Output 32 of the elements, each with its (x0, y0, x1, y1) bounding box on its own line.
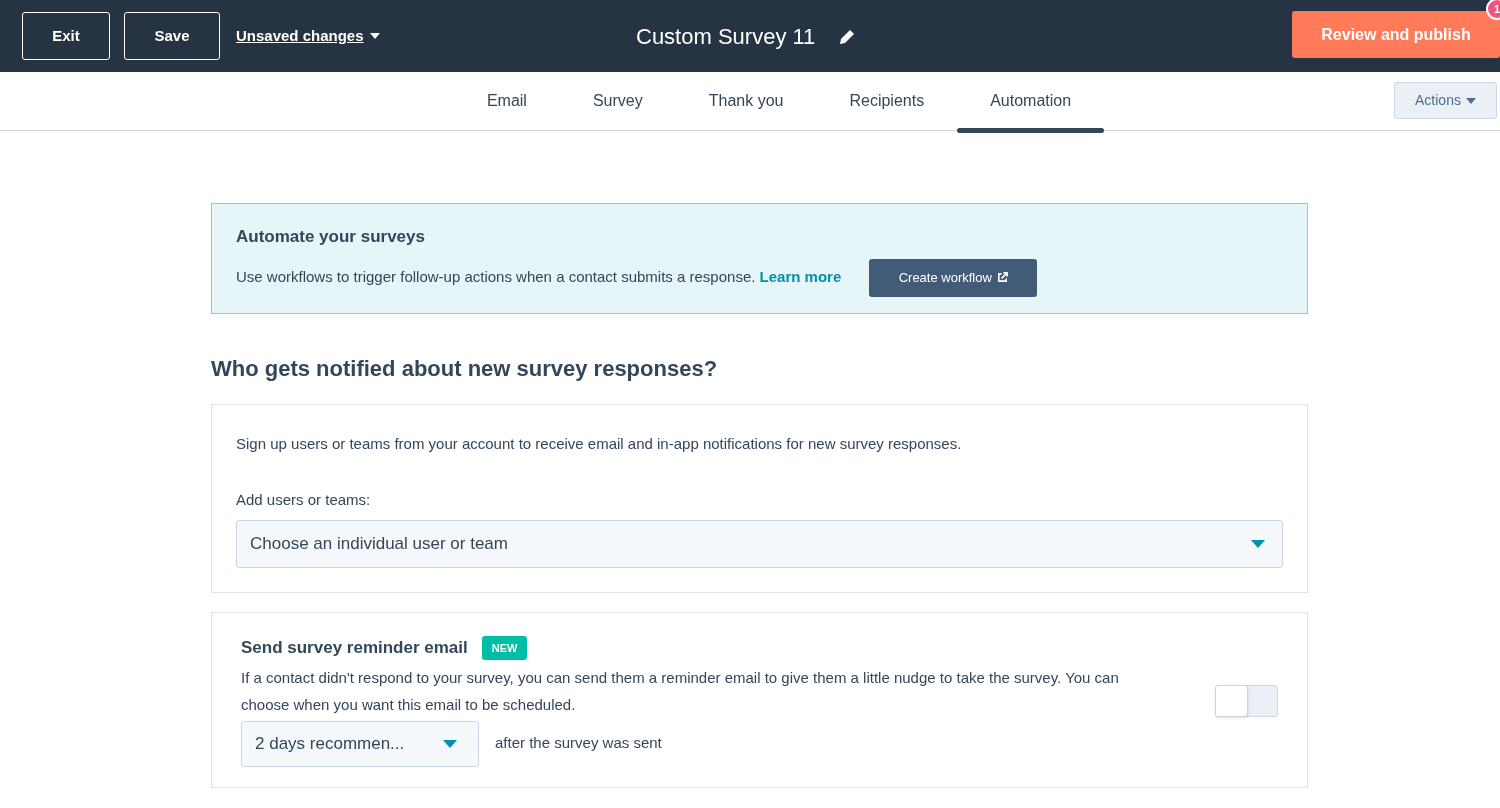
banner-text: Use workflows to trigger follow-up actions when a contact submits a response. Learn more (236, 267, 842, 288)
after-text: after the survey was sent (495, 733, 662, 754)
field-label: Add users or teams: (236, 489, 372, 510)
card-description: Sign up users or teams from your account to receive email and in-app notifications for new survey responses. (236, 434, 963, 454)
new-badge: NEW (481, 635, 528, 660)
tab[interactable]: Recipients (816, 72, 958, 130)
tab[interactable]: Email (453, 72, 560, 130)
user-select-dropdown[interactable]: Choose an individual user or team (236, 520, 1283, 568)
notification-badge: 1 (1486, 0, 1500, 20)
caret-icon (443, 739, 457, 748)
tab[interactable]: Survey (559, 72, 676, 130)
select-value: 2 days recommen... (255, 732, 405, 755)
caret-icon (1251, 540, 1265, 548)
create-workflow-button[interactable]: Create workflow (869, 258, 1038, 297)
caret-icon (369, 33, 380, 39)
exit-button[interactable]: Exit (22, 12, 110, 60)
select-placeholder: Choose an individual user or team (250, 533, 508, 556)
pencil-icon[interactable] (839, 28, 856, 45)
external-link-icon (996, 272, 1008, 283)
save-button[interactable]: Save (124, 12, 220, 60)
reminder-description: If a contact didn't respond to your survey, you can send them a reminder email to give them a little nudge to take the survey. You can choose when you want this email to be scheduled. (241, 667, 1120, 715)
survey-title: Custom Survey 11 (636, 23, 816, 51)
toggle-switch[interactable] (1215, 685, 1278, 717)
reminder-title: Send survey reminder email (241, 637, 468, 659)
caret-icon (1465, 97, 1476, 104)
unsaved-changes-dropdown[interactable]: Unsaved changes (236, 24, 380, 48)
banner-title: Automate your surveys (236, 226, 426, 248)
tab[interactable]: Automation (957, 72, 1105, 130)
tab[interactable]: Thank you (675, 72, 817, 130)
section-heading: Who gets notified about new survey responses? (211, 355, 719, 383)
days-select-dropdown[interactable]: 2 days recommen... (241, 720, 479, 767)
actions-dropdown[interactable]: Actions (1394, 82, 1497, 119)
